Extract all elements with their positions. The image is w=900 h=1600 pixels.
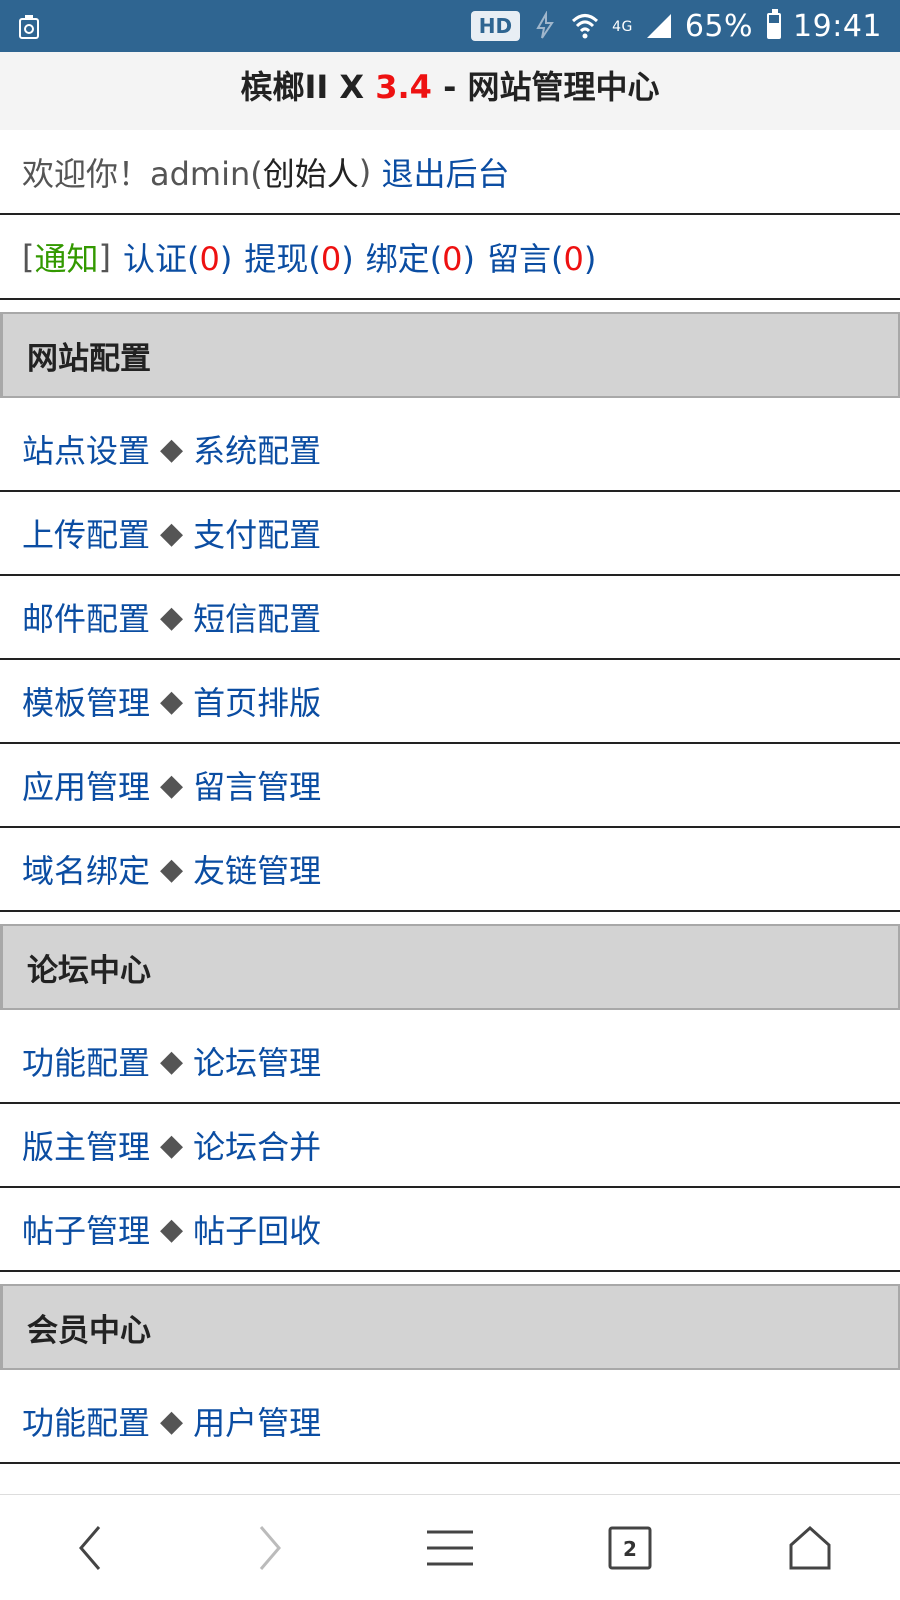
browser-nav-bar: 2: [0, 1494, 900, 1600]
diamond-separator-icon: ◆: [160, 767, 184, 803]
menu-row: 域名绑定 ◆ 友链管理: [0, 828, 900, 912]
notice-item-0[interactable]: 认证(0): [123, 234, 232, 280]
notice-link[interactable]: 通知: [34, 234, 98, 280]
notice-item-label: 认证: [122, 239, 187, 278]
home-button[interactable]: [770, 1508, 850, 1588]
menu-link[interactable]: 用户管理: [193, 1398, 321, 1444]
logout-link[interactable]: 退出后台: [381, 149, 509, 195]
menu-link[interactable]: 留言管理: [193, 762, 321, 808]
hamburger-menu-icon: [427, 1530, 473, 1565]
menu-link[interactable]: 应用管理: [22, 762, 150, 808]
home-icon: [789, 1525, 831, 1569]
signal-icon: [646, 14, 671, 38]
notice-item-count: 0: [199, 239, 220, 278]
menu-row: 邮件配置 ◆ 短信配置: [0, 576, 900, 660]
menu-row: 上传配置 ◆ 支付配置: [0, 492, 900, 576]
title-suffix: - 网站管理中心: [431, 68, 660, 106]
menu-row: 功能配置 ◆ 论坛管理: [0, 1010, 900, 1104]
status-bar: HD 4G 65% 19:41: [0, 0, 900, 52]
back-button[interactable]: [50, 1508, 130, 1588]
diamond-separator-icon: ◆: [160, 851, 184, 887]
menu-link[interactable]: 论坛合并: [193, 1122, 321, 1168]
section-header: 网站配置: [0, 312, 900, 398]
user-role: 创始人: [262, 154, 359, 193]
wifi-icon: [572, 14, 599, 39]
notice-item-label: 留言: [487, 239, 552, 278]
menu-link[interactable]: 帖子管理: [22, 1206, 150, 1252]
menu-row: 应用管理 ◆ 留言管理: [0, 744, 900, 828]
menu-link[interactable]: 友链管理: [193, 846, 321, 892]
section-header: 会员中心: [0, 1284, 900, 1370]
menu-sections: 网站配置 站点设置 ◆ 系统配置 上传配置 ◆ 支付配置 邮件配置 ◆ 短信配置 模板管理 ◆ 首页排版…: [0, 312, 900, 1464]
diamond-separator-icon: ◆: [160, 515, 184, 551]
notice-item-count: 0: [563, 239, 584, 278]
menu-link[interactable]: 系统配置: [193, 426, 321, 472]
diamond-separator-icon: ◆: [160, 1403, 184, 1439]
network-type: 4G: [612, 18, 633, 35]
tabs-button[interactable]: 2: [590, 1508, 670, 1588]
diamond-separator-icon: ◆: [160, 1043, 184, 1079]
menu-link[interactable]: 上传配置: [22, 510, 150, 556]
notice-item-label: 绑定: [365, 239, 430, 278]
diamond-separator-icon: ◆: [160, 683, 184, 719]
notices-row: [通知] 认证(0) 提现(0) 绑定(0) 留言(0): [0, 215, 900, 300]
page-title: 槟榔II X 3.4 - 网站管理中心: [0, 52, 900, 130]
notice-item-count: 0: [320, 239, 342, 278]
menu-link[interactable]: 支付配置: [193, 510, 321, 556]
notice-item-1[interactable]: 提现(0): [244, 234, 353, 280]
menu-link[interactable]: 版主管理: [22, 1122, 150, 1168]
forward-button[interactable]: [230, 1508, 310, 1588]
menu-link[interactable]: 站点设置: [22, 426, 150, 472]
notice-item-count: 0: [442, 239, 463, 278]
battery-icon: [767, 9, 782, 39]
menu-link[interactable]: 论坛管理: [193, 1038, 321, 1084]
menu-link[interactable]: 域名绑定: [22, 846, 150, 892]
welcome-greeting: 欢迎你！admin(: [22, 154, 263, 193]
section-header: 论坛中心: [0, 924, 900, 1010]
notice-item-3[interactable]: 留言(0): [487, 234, 596, 280]
title-version: 3.4: [375, 68, 432, 106]
welcome-close-paren: ): [358, 152, 372, 191]
chevron-right-icon: [259, 1525, 281, 1570]
notice-item-label: 提现: [244, 239, 309, 278]
menu-link[interactable]: 模板管理: [22, 678, 150, 724]
battery-percent: 65%: [684, 8, 754, 44]
main-content: 欢迎你！admin(创始人) 退出后台 [通知] 认证(0) 提现(0) 绑定(0)…: [0, 130, 900, 1464]
notice-open-bracket: [: [22, 237, 35, 276]
menu-link[interactable]: 功能配置: [22, 1038, 150, 1084]
clock: 19:41: [793, 8, 882, 44]
recycle-notification-icon: [19, 15, 39, 39]
diamond-separator-icon: ◆: [160, 1127, 184, 1163]
menu-row: 模板管理 ◆ 首页排版: [0, 660, 900, 744]
menu-link[interactable]: 邮件配置: [22, 594, 150, 640]
data-transfer-icon: [536, 11, 554, 39]
diamond-separator-icon: ◆: [160, 431, 184, 467]
diamond-separator-icon: ◆: [160, 1211, 184, 1247]
diamond-separator-icon: ◆: [160, 599, 184, 635]
menu-link[interactable]: 功能配置: [22, 1398, 150, 1444]
menu-link[interactable]: 首页排版: [193, 678, 321, 724]
menu-row: 版主管理 ◆ 论坛合并: [0, 1104, 900, 1188]
menu-link[interactable]: 帖子回收: [193, 1206, 321, 1252]
notice-close-bracket: ]: [98, 237, 111, 276]
menu-button[interactable]: [410, 1508, 490, 1588]
title-prefix: 槟榔II X: [240, 68, 376, 106]
welcome-row: 欢迎你！admin(创始人) 退出后台: [0, 130, 900, 215]
notice-item-2[interactable]: 绑定(0): [366, 234, 475, 280]
tabs-icon: 2: [608, 1526, 652, 1569]
menu-row: 帖子管理 ◆ 帖子回收: [0, 1188, 900, 1272]
hd-badge: HD: [470, 11, 521, 41]
menu-row: 功能配置 ◆ 用户管理: [0, 1370, 900, 1464]
tab-count: 2: [623, 1537, 637, 1561]
chevron-left-icon: [79, 1525, 101, 1570]
menu-link[interactable]: 短信配置: [193, 594, 321, 640]
menu-row: 站点设置 ◆ 系统配置: [0, 398, 900, 492]
